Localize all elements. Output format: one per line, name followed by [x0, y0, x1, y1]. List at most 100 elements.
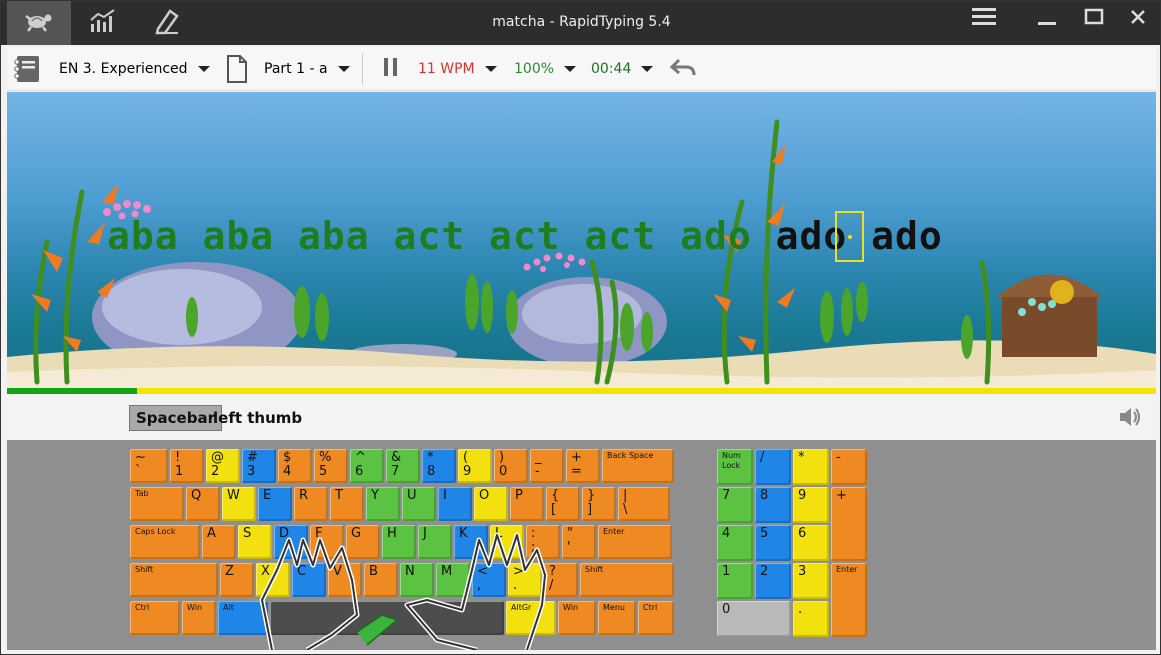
key-bk[interactable]: B: [364, 563, 398, 597]
key-lalt[interactable]: Alt: [218, 601, 268, 635]
key-n8[interactable]: 8: [755, 487, 791, 523]
key-n3[interactable]: 3: [793, 563, 829, 599]
lesson-select[interactable]: Part 1 - a: [264, 47, 350, 91]
key-n2[interactable]: 2: [755, 563, 791, 599]
key-8[interactable]: * 8: [422, 449, 456, 483]
key-n6[interactable]: 6: [793, 525, 829, 561]
timer-select[interactable]: 00:44: [591, 47, 654, 91]
key-label: Back Space: [607, 451, 654, 460]
key-space[interactable]: [270, 601, 504, 635]
key-d[interactable]: D: [274, 525, 308, 559]
key-comma[interactable]: <,: [472, 563, 506, 597]
key-period[interactable]: >.: [508, 563, 542, 597]
key-n5[interactable]: 5: [755, 525, 791, 561]
key-lbrace[interactable]: {[: [546, 487, 580, 521]
key-lctrl[interactable]: Ctrl: [130, 601, 180, 635]
key-2[interactable]: @2: [206, 449, 240, 483]
key-nminus[interactable]: -: [831, 449, 867, 485]
key-s[interactable]: S: [238, 525, 272, 559]
key-n0[interactable]: 0: [717, 601, 791, 637]
key-9[interactable]: (9: [458, 449, 492, 483]
key-4[interactable]: $4: [278, 449, 312, 483]
key-nplus[interactable]: +: [831, 487, 867, 561]
key-minus[interactable]: _ -: [530, 449, 564, 483]
key-rshift[interactable]: Shift: [580, 563, 674, 597]
key-6[interactable]: ^ 6: [350, 449, 384, 483]
key-k[interactable]: K: [454, 525, 488, 559]
key-m[interactable]: M: [436, 563, 470, 597]
key-gk[interactable]: G: [346, 525, 380, 559]
key-n[interactable]: N: [400, 563, 434, 597]
key-ok[interactable]: O: [474, 487, 508, 521]
key-caps[interactable]: Caps Lock: [130, 525, 200, 559]
key-nenter[interactable]: Enter: [831, 563, 867, 637]
course-icon[interactable]: [12, 47, 44, 91]
key-c[interactable]: C: [292, 563, 326, 597]
key-rctrl[interactable]: Ctrl: [638, 601, 674, 635]
key-tab[interactable]: Tab: [130, 487, 184, 521]
key-u[interactable]: U: [402, 487, 436, 521]
key-equals[interactable]: + =: [566, 449, 600, 483]
key-p[interactable]: P: [510, 487, 544, 521]
key-label: %: [319, 450, 332, 465]
close-button[interactable]: [1115, 1, 1160, 37]
key-label: D: [279, 526, 290, 541]
key-j[interactable]: J: [418, 525, 452, 559]
key-shift-label: ': [567, 540, 571, 555]
key-h[interactable]: H: [382, 525, 416, 559]
key-label: Shift: [585, 565, 604, 574]
pause-button[interactable]: [383, 47, 399, 91]
key-l[interactable]: L: [490, 525, 524, 559]
key-tilde[interactable]: ~ `: [130, 449, 168, 483]
course-select[interactable]: EN 3. Experienced: [59, 47, 210, 91]
key-lwin[interactable]: Win: [182, 601, 216, 635]
key-n7[interactable]: 7: [717, 487, 753, 523]
key-menu[interactable]: Menu: [598, 601, 636, 635]
restart-button[interactable]: [669, 47, 697, 91]
key-t[interactable]: T: [330, 487, 364, 521]
key-rbrace[interactable]: }]: [582, 487, 616, 521]
key-pipe[interactable]: | \: [618, 487, 670, 521]
key-7[interactable]: & 7: [386, 449, 420, 483]
key-backspace[interactable]: Back Space: [602, 449, 674, 483]
key-yk[interactable]: Y: [366, 487, 400, 521]
lesson-icon[interactable]: [225, 47, 249, 91]
key-x[interactable]: X: [256, 563, 290, 597]
key-numlock[interactable]: Num Lock: [717, 449, 753, 485]
key-slash[interactable]: ? /: [544, 563, 578, 597]
key-n9[interactable]: 9: [793, 487, 829, 523]
key-semi[interactable]: :;: [526, 525, 560, 559]
key-label: Tab: [135, 489, 149, 498]
key-nmul[interactable]: *: [793, 449, 829, 485]
key-v[interactable]: V: [328, 563, 362, 597]
key-e[interactable]: E: [258, 487, 292, 521]
key-i[interactable]: I: [438, 487, 472, 521]
key-enter[interactable]: Enter: [598, 525, 672, 559]
key-f[interactable]: F: [310, 525, 344, 559]
key-label: }: [587, 488, 596, 503]
key-z[interactable]: Z: [220, 563, 254, 597]
key-3[interactable]: #3: [242, 449, 276, 483]
maximize-button[interactable]: [1071, 1, 1117, 37]
minimize-button[interactable]: [1024, 1, 1070, 37]
key-a[interactable]: A: [202, 525, 236, 559]
key-q[interactable]: Q: [186, 487, 220, 521]
key-quote[interactable]: " ': [562, 525, 596, 559]
key-r[interactable]: R: [294, 487, 328, 521]
key-lshift[interactable]: Shift: [130, 563, 218, 597]
key-5[interactable]: % 5: [314, 449, 348, 483]
menu-button[interactable]: [961, 1, 1007, 37]
key-ndiv[interactable]: /: [755, 449, 791, 485]
key-0[interactable]: ) 0: [494, 449, 528, 483]
sound-button[interactable]: [1118, 406, 1142, 432]
key-w[interactable]: W: [222, 487, 256, 521]
key-n4[interactable]: 4: [717, 525, 753, 561]
key-ndot[interactable]: .: [793, 601, 829, 637]
accuracy-select[interactable]: 100%: [514, 47, 577, 91]
next-key-label: Spacebar: [129, 405, 222, 431]
key-altgr[interactable]: AltGr: [506, 601, 556, 635]
key-n1[interactable]: 1: [717, 563, 753, 599]
speed-select[interactable]: 11 WPM: [418, 47, 497, 91]
key-1[interactable]: ! 1: [170, 449, 204, 483]
key-rwin[interactable]: Win: [558, 601, 596, 635]
